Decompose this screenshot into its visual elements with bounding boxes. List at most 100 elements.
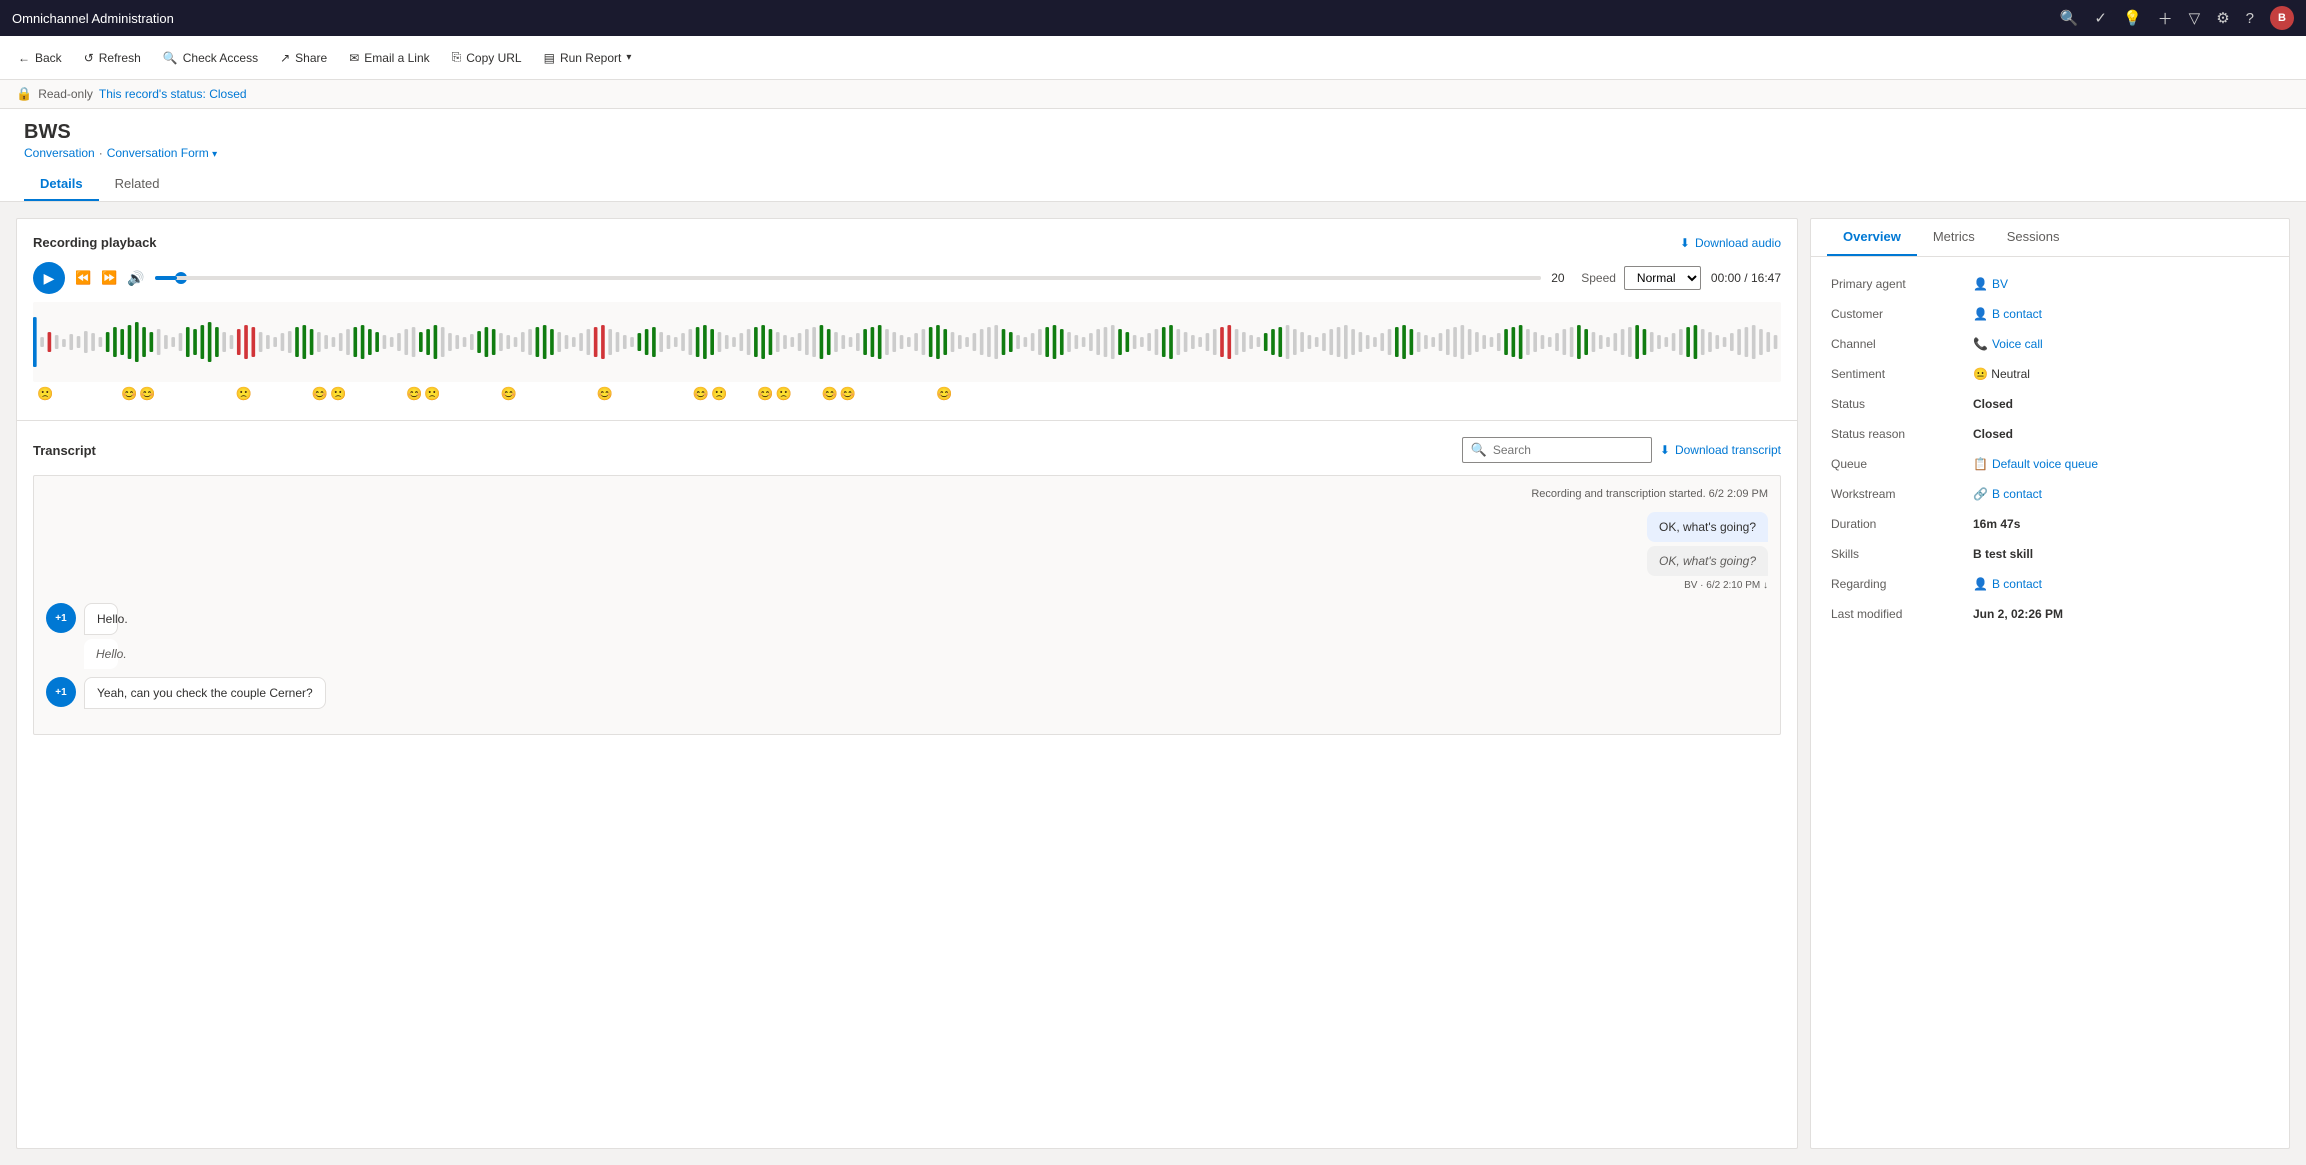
chat-bubble-right-2: OK, what's going? <box>46 546 1768 576</box>
back-button[interactable]: ← Back <box>8 45 72 71</box>
help-icon[interactable]: ? <box>2246 10 2254 27</box>
avatar-2: +1 <box>46 677 76 707</box>
time-total: 16:47 <box>1751 271 1781 285</box>
back-icon: ← <box>18 51 30 65</box>
workstream-icon: 🔗 <box>1973 487 1988 501</box>
emotion-icon-15: 😊 <box>822 386 838 402</box>
transcript-title: Transcript <box>33 443 96 458</box>
waveform-svg <box>33 307 1781 377</box>
emotion-icon-12: 🙁 <box>711 386 727 402</box>
detail-row-duration: Duration 16m 47s <box>1811 509 2289 539</box>
emotion-icon-4: 🙁 <box>236 386 252 402</box>
value-workstream[interactable]: 🔗 B contact <box>1973 487 2269 501</box>
readonly-text: Read-only <box>38 87 93 101</box>
check-circle-icon[interactable]: ✓ <box>2094 9 2107 27</box>
transcript-section: Transcript 🔍 ⬇ Download transcript Recor… <box>17 421 1797 751</box>
emotion-icon-6: 🙁 <box>330 386 346 402</box>
bubble-left-1-sub: Hello. <box>84 639 118 669</box>
emotion-icon-2: 😊 <box>121 386 137 402</box>
value-primary-agent[interactable]: 👤 BV <box>1973 277 2269 291</box>
status-text: This record's status: Closed <box>99 87 247 101</box>
tab-related[interactable]: Related <box>99 168 176 201</box>
label-status-reason: Status reason <box>1831 427 1961 441</box>
play-button[interactable]: ▶ <box>33 262 65 294</box>
bubble-italic-1: OK, what's going? <box>1647 546 1768 576</box>
recording-section: Recording playback ⬇ Download audio ▶ ⏪ … <box>17 219 1797 421</box>
person-icon-2: 👤 <box>1973 307 1988 321</box>
person-icon: 👤 <box>1973 277 1988 291</box>
app-title: Omnichannel Administration <box>12 11 174 26</box>
settings-icon[interactable]: ⚙ <box>2216 9 2229 27</box>
neutral-icon: 😐 <box>1973 367 1988 381</box>
time-separator: / <box>1744 271 1751 285</box>
download-transcript-button[interactable]: ⬇ Download transcript <box>1660 443 1781 457</box>
transcript-controls: 🔍 ⬇ Download transcript <box>1462 437 1781 463</box>
refresh-icon: ↺ <box>84 51 94 65</box>
value-queue[interactable]: 📋 Default voice queue <box>1973 457 2269 471</box>
search-icon: 🔍 <box>1471 442 1487 458</box>
regarding-person-icon: 👤 <box>1973 577 1988 591</box>
detail-row-workstream: Workstream 🔗 B contact <box>1811 479 2289 509</box>
lock-icon: 🔒 <box>16 86 32 102</box>
search-box[interactable]: 🔍 <box>1462 437 1652 463</box>
breadcrumb-conversation[interactable]: Conversation <box>24 146 95 160</box>
user-avatar[interactable]: B <box>2270 6 2294 30</box>
detail-row-primary-agent: Primary agent 👤 BV <box>1811 269 2289 299</box>
emotion-icon-11: 😊 <box>693 386 709 402</box>
refresh-label: Refresh <box>99 51 141 65</box>
volume-slider[interactable] <box>155 276 1541 280</box>
skip-forward-button[interactable]: ⏩ <box>101 270 117 286</box>
detail-row-status-reason: Status reason Closed <box>1811 419 2289 449</box>
emotion-icon-13: 😊 <box>757 386 773 402</box>
run-report-button[interactable]: ▤ Run Report ▾ <box>534 45 642 71</box>
breadcrumb: Conversation · Conversation Form ▾ <box>24 146 2282 160</box>
value-skills: B test skill <box>1973 547 2269 561</box>
page-header: BWS Conversation · Conversation Form ▾ D… <box>0 109 2306 202</box>
label-last-modified: Last modified <box>1831 607 1961 621</box>
recording-header: Recording playback ⬇ Download audio <box>33 235 1781 250</box>
tab-overview[interactable]: Overview <box>1827 219 1917 256</box>
copy-icon: ⎘ <box>452 50 462 65</box>
value-regarding[interactable]: 👤 B contact <box>1973 577 2269 591</box>
search-input[interactable] <box>1493 443 1643 457</box>
top-nav-icons: 🔍 ✓ 💡 ＋ ▽ ⚙ ? B <box>2060 6 2294 30</box>
value-channel[interactable]: 📞 Voice call <box>1973 337 2269 351</box>
recording-title: Recording playback <box>33 235 157 250</box>
label-regarding: Regarding <box>1831 577 1961 591</box>
run-report-icon: ▤ <box>544 51 555 65</box>
copy-url-button[interactable]: ⎘ Copy URL <box>442 44 532 71</box>
tab-metrics[interactable]: Metrics <box>1917 219 1991 256</box>
detail-row-customer: Customer 👤 B contact <box>1811 299 2289 329</box>
label-status: Status <box>1831 397 1961 411</box>
time-current: 00:00 <box>1711 271 1741 285</box>
search-icon[interactable]: 🔍 <box>2060 9 2079 27</box>
lightbulb-icon[interactable]: 💡 <box>2123 9 2142 27</box>
value-customer[interactable]: 👤 B contact <box>1973 307 2269 321</box>
speed-section: Speed Normal 0.5x 0.75x 1.25x 1.5x 2x <box>1581 266 1701 290</box>
email-link-button[interactable]: ✉ Email a Link <box>339 45 439 71</box>
page-tabs: Details Related <box>24 168 2282 201</box>
share-button[interactable]: ↗ Share <box>270 45 337 71</box>
waveform-container[interactable] <box>33 302 1781 382</box>
filter-icon[interactable]: ▽ <box>2189 9 2201 27</box>
emotion-row: 🙁 😊 😊 🙁 😊 🙁 😊 🙁 😊 😊 😊 🙁 😊 🙁 😊 😊 😊 <box>33 384 1781 404</box>
emotion-icon-5: 😊 <box>312 386 328 402</box>
refresh-button[interactable]: ↺ Refresh <box>74 45 151 71</box>
value-status-reason: Closed <box>1973 427 2269 441</box>
plus-icon[interactable]: ＋ <box>2158 8 2173 29</box>
tab-sessions[interactable]: Sessions <box>1991 219 2076 256</box>
bubble-left-1: Hello. <box>84 603 118 635</box>
tab-details[interactable]: Details <box>24 168 99 201</box>
email-link-label: Email a Link <box>364 51 429 65</box>
left-panel: Recording playback ⬇ Download audio ▶ ⏪ … <box>16 218 1798 1149</box>
bubble-right-1: OK, what's going? <box>1647 512 1768 542</box>
speed-selector[interactable]: Normal 0.5x 0.75x 1.25x 1.5x 2x <box>1624 266 1701 290</box>
run-report-label: Run Report <box>560 51 621 65</box>
value-status: Closed <box>1973 397 2269 411</box>
skip-back-button[interactable]: ⏪ <box>75 270 91 286</box>
check-access-button[interactable]: 🔍 Check Access <box>153 45 268 71</box>
download-audio-button[interactable]: ⬇ Download audio <box>1680 236 1781 250</box>
detail-row-last-modified: Last modified Jun 2, 02:26 PM <box>1811 599 2289 629</box>
breadcrumb-form[interactable]: Conversation Form ▾ <box>107 146 217 160</box>
emotion-icon-14: 🙁 <box>775 386 791 402</box>
